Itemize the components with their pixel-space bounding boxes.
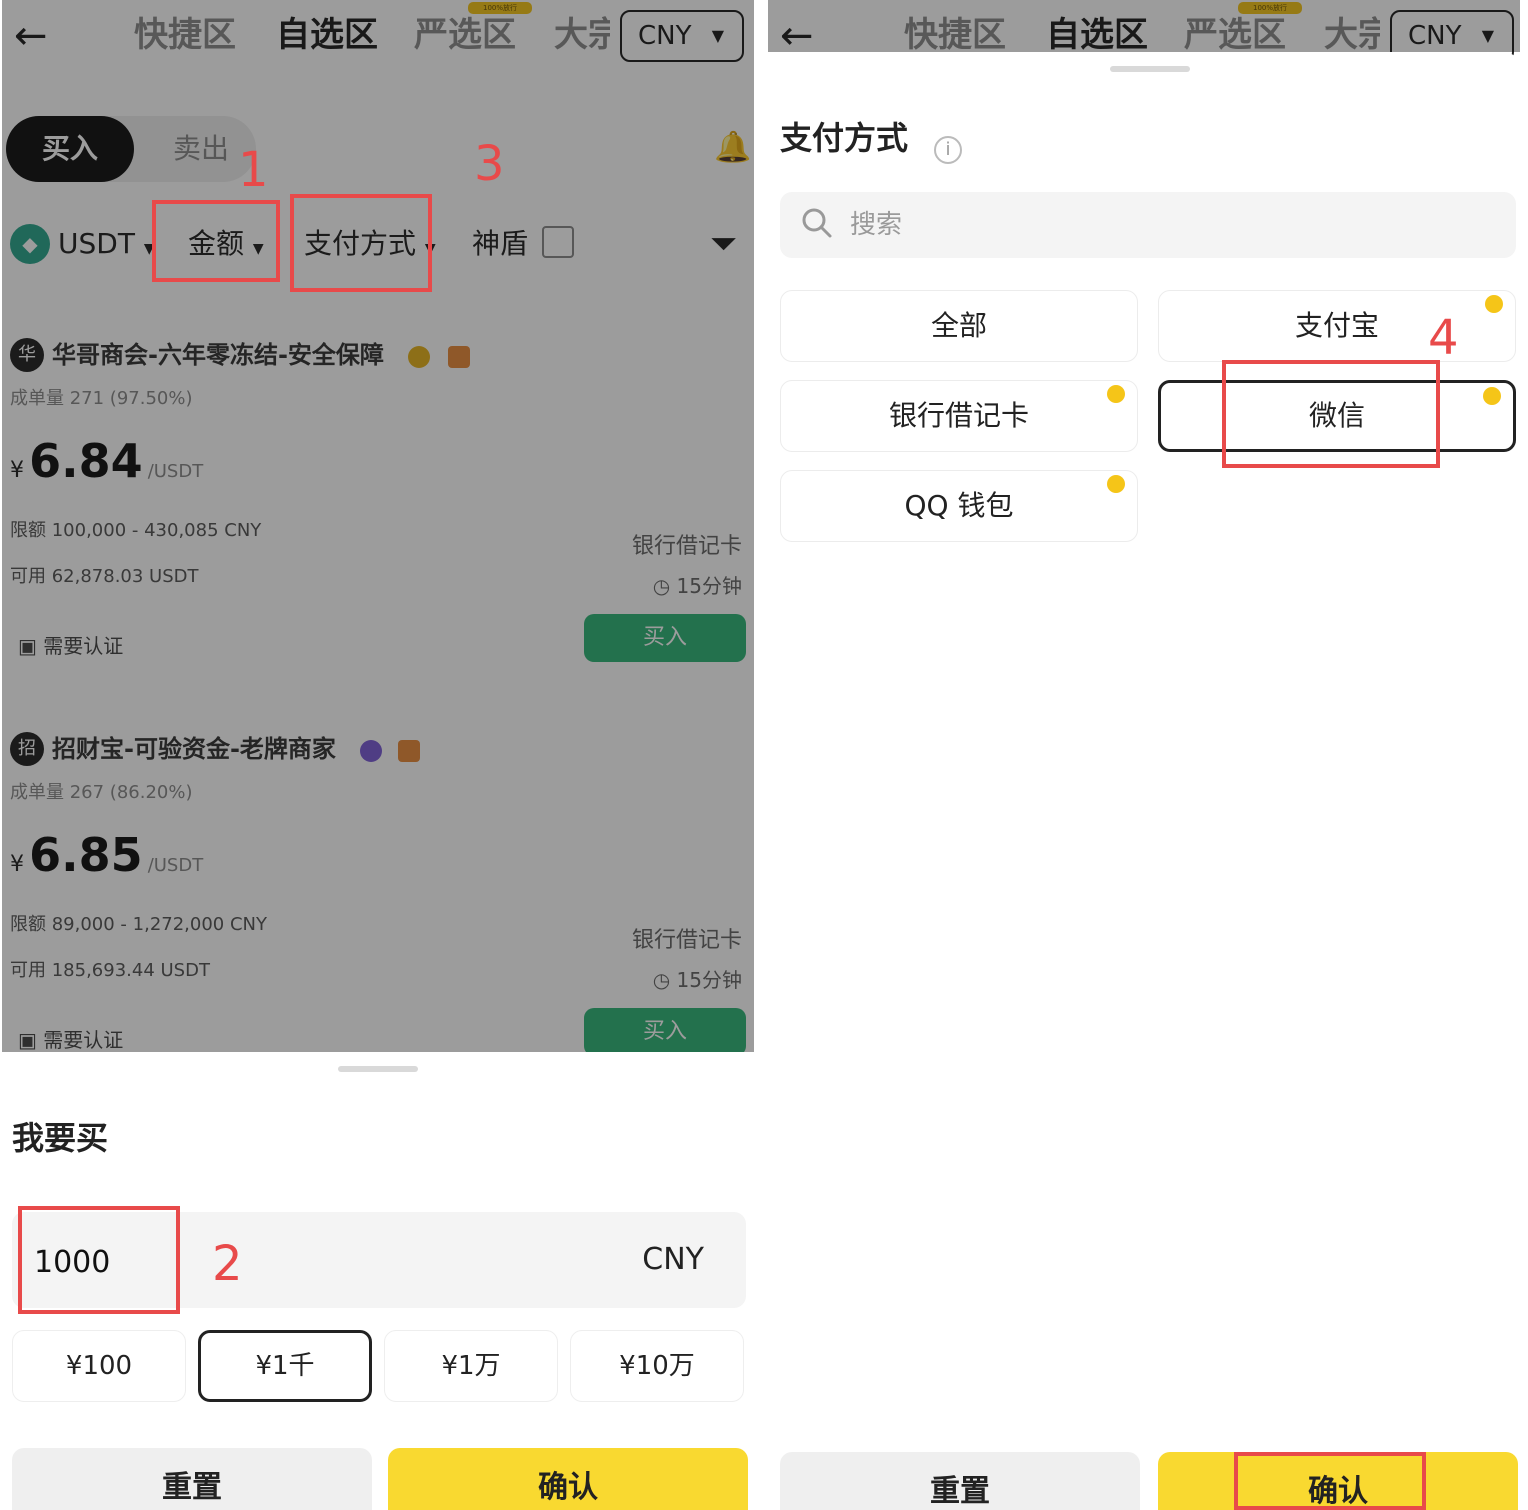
buy-button[interactable]: 买入	[584, 614, 746, 662]
amount-currency: CNY	[642, 1242, 704, 1277]
search-icon	[802, 208, 832, 238]
annotation-box-2	[18, 1206, 180, 1314]
back-arrow-icon[interactable]: ←	[14, 14, 58, 58]
price-value: 6.84	[29, 434, 143, 488]
option-label: QQ 钱包	[904, 489, 1014, 522]
sheet-title: 我要买	[12, 1119, 109, 1157]
merchant-name[interactable]: 招财宝-可验资金-老牌商家	[52, 732, 336, 766]
shield-badge-icon	[398, 740, 420, 762]
annotation-number-4: 4	[1428, 310, 1459, 366]
annotation-number-1: 1	[238, 142, 269, 198]
tab-quick[interactable]: 快捷区	[134, 12, 236, 58]
price-unit: /USDT	[147, 461, 204, 482]
annotation-number-2: 2	[212, 1236, 243, 1292]
shield-badge-icon	[448, 346, 470, 368]
coin-badge-icon	[1485, 295, 1503, 313]
currency-value: CNY	[638, 21, 692, 51]
payment-time: ◷ 15分钟	[652, 968, 742, 992]
caret-down-icon: ▼	[711, 26, 724, 45]
diamond-badge-icon	[360, 740, 382, 762]
shield-label: 神盾	[472, 227, 529, 260]
price: ¥ 6.84 /USDT	[10, 434, 203, 488]
sheet-grabber[interactable]	[1110, 66, 1190, 72]
merchant-avatar: 华	[10, 338, 44, 372]
merchant-avatar: 招	[10, 732, 44, 766]
gold-badge-icon	[408, 346, 430, 368]
order-stats: 成单量 267 (86.20%)	[10, 782, 193, 803]
confirm-button[interactable]: 确认	[388, 1448, 748, 1510]
reset-button[interactable]: 重置	[12, 1448, 372, 1510]
price-value: 6.85	[29, 828, 143, 882]
option-label: 银行借记卡	[888, 399, 1029, 432]
buy-button[interactable]: 买入	[584, 1008, 746, 1056]
reset-button[interactable]: 重置	[780, 1452, 1140, 1510]
buy-sell-toggle: 买入 卖出	[6, 116, 256, 182]
coin-filter-label: USDT	[58, 227, 135, 260]
payment-time: ◷ 15分钟	[652, 574, 742, 598]
price-unit: /USDT	[147, 855, 204, 876]
search-bar[interactable]	[780, 192, 1516, 258]
sell-tab[interactable]: 卖出	[156, 116, 246, 182]
coin-filter[interactable]: USDT ▼	[58, 222, 155, 271]
payment-method-sheet: 支付方式 i 全部 支付宝 银行借记卡 微信 QQ 钱包 重置 确认	[768, 52, 1520, 1510]
tab-selected-zone[interactable]: 自选区	[276, 12, 378, 58]
verify-label: 需要认证	[43, 1028, 124, 1052]
price-currency: ¥	[10, 458, 24, 483]
top-bar: ← 快捷区 自选区 严选区 100%放行 大宗 CNY ▼	[2, 0, 754, 78]
annotation-box-3	[290, 194, 432, 292]
quick-amount-10k[interactable]: ¥1万	[384, 1330, 558, 1402]
available-amount: 可用 185,693.44 USDT	[10, 960, 210, 981]
verify-label: 需要认证	[43, 634, 124, 658]
verify-required: ▣ 需要认证	[18, 1028, 124, 1052]
order-stats: 成单量 271 (97.50%)	[10, 388, 193, 409]
currency-value: CNY	[1408, 21, 1462, 51]
option-label: 支付宝	[1294, 309, 1379, 342]
annotation-box-4	[1222, 360, 1440, 468]
sheet-title: 支付方式	[780, 119, 909, 157]
available-amount: 可用 62,878.03 USDT	[10, 566, 199, 587]
option-qq-wallet[interactable]: QQ 钱包	[780, 470, 1138, 542]
limit-range: 限额 100,000 - 430,085 CNY	[10, 520, 262, 541]
currency-select[interactable]: CNY ▼	[620, 10, 744, 62]
annotation-box-confirm	[1234, 1452, 1426, 1510]
price-currency: ¥	[10, 852, 24, 877]
verify-required: ▣ 需要认证	[18, 634, 124, 658]
price: ¥ 6.85 /USDT	[10, 828, 203, 882]
tab-badge: 100%放行	[468, 2, 532, 14]
right-screen: ← 快捷区 自选区 严选区 100%放行 大宗 CNY ▼ 支付方式 i 全部 …	[768, 0, 1520, 1510]
coin-badge-icon	[1483, 387, 1501, 405]
shield-checkbox[interactable]	[542, 226, 574, 258]
option-bank-debit-card[interactable]: 银行借记卡	[780, 380, 1138, 452]
ad-card: 华 华哥商会-六年零冻结-安全保障 成单量 271 (97.50%) ¥ 6.8…	[2, 338, 754, 728]
usdt-coin-icon: ◆	[10, 224, 50, 264]
info-icon[interactable]: i	[934, 136, 962, 164]
option-label: 全部	[930, 309, 987, 342]
payment-method-tag: 银行借记卡	[631, 534, 742, 559]
payment-method-tag: 银行借记卡	[631, 928, 742, 953]
filter-funnel-icon[interactable]: ⏷	[710, 222, 737, 266]
coin-badge-icon	[1107, 385, 1125, 403]
tab-curated[interactable]: 严选区	[414, 12, 516, 58]
option-alipay[interactable]: 支付宝	[1158, 290, 1516, 362]
sheet-grabber[interactable]	[338, 1066, 418, 1072]
tab-badge: 100%放行	[1238, 2, 1302, 14]
merchant-name[interactable]: 华哥商会-六年零冻结-安全保障	[52, 338, 384, 372]
quick-amount-100[interactable]: ¥100	[12, 1330, 186, 1402]
annotation-number-3: 3	[474, 136, 505, 192]
bell-icon[interactable]: 🔔	[714, 128, 751, 168]
limit-range: 限额 89,000 - 1,272,000 CNY	[10, 914, 268, 935]
annotation-box-1	[152, 200, 280, 282]
quick-amount-1k[interactable]: ¥1千	[198, 1330, 372, 1402]
coin-badge-icon	[1107, 475, 1125, 493]
buy-tab[interactable]: 买入	[6, 116, 134, 182]
search-input[interactable]	[850, 204, 1450, 246]
tab-bulk[interactable]: 大宗	[554, 12, 610, 58]
left-screen: ← 快捷区 自选区 严选区 100%放行 大宗 CNY ▼ 买入 卖出 🔔 ◆ …	[2, 0, 754, 1510]
option-all[interactable]: 全部	[780, 290, 1138, 362]
quick-amount-100k[interactable]: ¥10万	[570, 1330, 744, 1402]
